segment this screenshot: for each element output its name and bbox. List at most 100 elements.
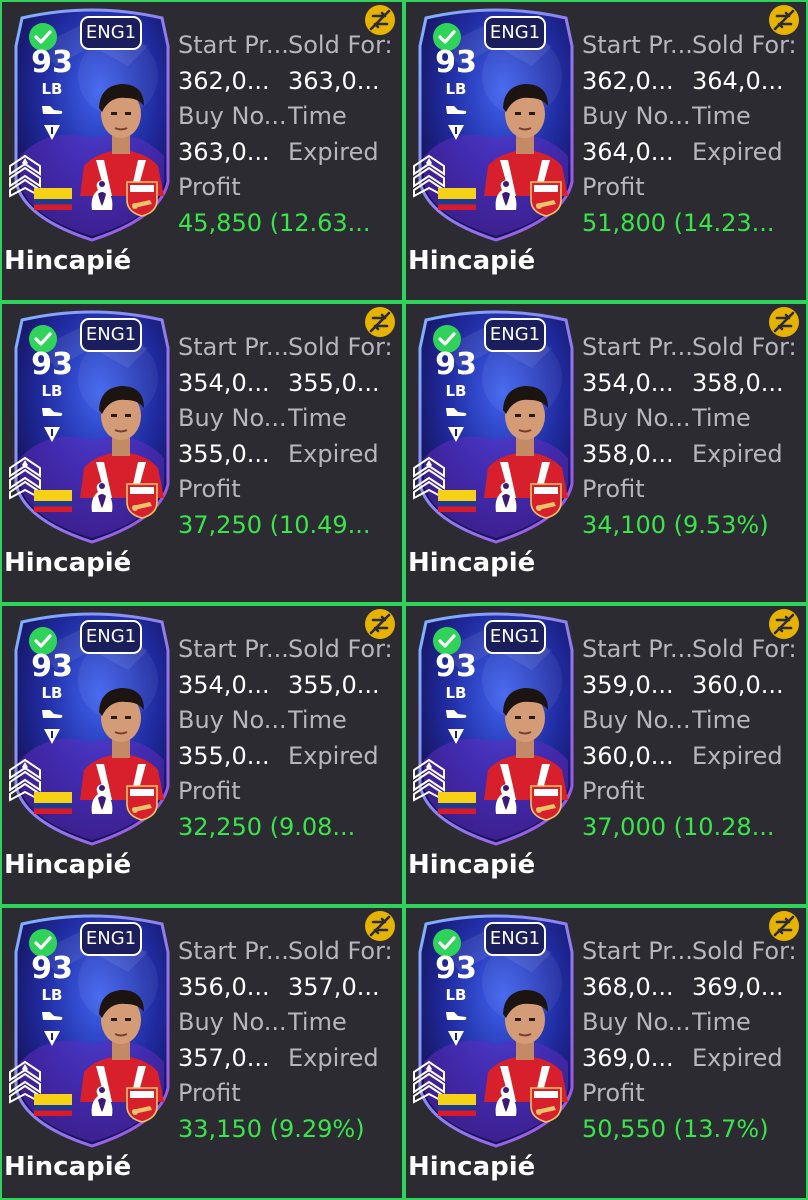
time-value: Expired	[288, 741, 379, 770]
boot-icon	[42, 1012, 63, 1020]
start-price-value: 368,0...	[582, 972, 674, 1001]
time-value: Expired	[288, 439, 379, 468]
time-label: Time	[692, 404, 751, 432]
player-card[interactable]: ENG1 93 LB	[8, 308, 176, 546]
boot-icon	[42, 710, 63, 718]
start-price-label: Start Pr...	[178, 635, 288, 663]
league-badge: ENG1	[484, 922, 546, 956]
time-label: Time	[288, 102, 347, 130]
player-image	[80, 386, 164, 498]
profit-value: 32,250 (9.08...	[178, 812, 356, 841]
transfer-list-item[interactable]: ENG1 93 LB	[0, 906, 404, 1200]
player-image	[484, 386, 568, 498]
player-rating: 93	[31, 347, 73, 382]
transfer-list-item[interactable]: ENG1 93 LB	[0, 604, 404, 906]
player-rating: 93	[435, 649, 477, 684]
time-value: Expired	[692, 439, 783, 468]
transfer-list-item[interactable]: ENG1 93 LB	[404, 604, 808, 906]
player-card[interactable]: ENG1 93 LB	[412, 308, 580, 546]
league-badge: ENG1	[80, 318, 142, 352]
time-label: Time	[692, 102, 751, 130]
sold-for-value: 355,0...	[288, 368, 380, 397]
rank-icon	[44, 1031, 60, 1046]
sale-info: Start Pr... Sold For: 354,0... 358,0... …	[582, 330, 806, 543]
club-badge-icon	[530, 785, 562, 821]
transfer-list-item[interactable]: ENG1 93 LB	[404, 0, 808, 302]
buy-now-label: Buy No...	[582, 706, 691, 734]
player-rating: 93	[31, 45, 73, 80]
player-position: LB	[445, 986, 467, 1004]
player-card[interactable]: ENG1 93 LB	[8, 610, 176, 848]
transfer-list-item[interactable]: ENG1 93 LB	[404, 302, 808, 604]
profit-label: Profit	[582, 173, 645, 201]
league-label: ENG1	[489, 324, 541, 345]
player-rating: 93	[435, 347, 477, 382]
nation-flag-icon	[438, 792, 476, 814]
nation-flag-icon	[34, 490, 72, 512]
sold-for-value: 357,0...	[288, 972, 380, 1001]
buy-now-label: Buy No...	[178, 102, 287, 130]
league-label: ENG1	[489, 22, 541, 43]
buy-now-value: 360,0...	[582, 741, 674, 770]
player-position: LB	[445, 382, 467, 400]
rank-icon	[448, 729, 464, 744]
player-image	[80, 84, 164, 196]
player-rating: 93	[31, 649, 73, 684]
league-label: ENG1	[489, 928, 541, 949]
boot-icon	[446, 106, 467, 114]
player-name: Hincapié	[408, 548, 536, 578]
boot-icon	[446, 408, 467, 416]
sold-for-label: Sold For:	[288, 635, 393, 663]
premier-league-icon	[91, 180, 113, 210]
transfer-list-item[interactable]: ENG1 93 LB	[0, 0, 404, 302]
buy-now-value: 357,0...	[178, 1043, 270, 1072]
player-card[interactable]: ENG1 93 LB	[412, 610, 580, 848]
nation-flag-icon	[438, 1094, 476, 1116]
transfer-list-item[interactable]: ENG1 93 LB	[404, 906, 808, 1200]
time-label: Time	[692, 706, 751, 734]
start-price-label: Start Pr...	[582, 31, 692, 59]
buy-now-value: 358,0...	[582, 439, 674, 468]
profit-value: 33,150 (9.29%)	[178, 1114, 365, 1143]
premier-league-icon	[91, 1086, 113, 1116]
league-badge: ENG1	[80, 620, 142, 654]
league-label: ENG1	[85, 626, 137, 647]
rank-icon	[448, 1031, 464, 1046]
transfer-list-item[interactable]: ENG1 93 LB	[0, 302, 404, 604]
player-card[interactable]: ENG1 93 LB	[412, 912, 580, 1150]
player-card[interactable]: ENG1 93 LB	[8, 6, 176, 244]
premier-league-icon	[91, 784, 113, 814]
league-badge: ENG1	[80, 16, 142, 50]
player-position: LB	[41, 684, 63, 702]
player-name: Hincapié	[408, 850, 536, 880]
premier-league-icon	[495, 482, 517, 512]
league-label: ENG1	[489, 626, 541, 647]
player-card[interactable]: ENG1 93 LB	[8, 912, 176, 1150]
player-rating: 93	[435, 45, 477, 80]
premier-league-icon	[91, 482, 113, 512]
profit-label: Profit	[178, 173, 241, 201]
boot-icon	[42, 408, 63, 416]
sold-for-label: Sold For:	[692, 937, 797, 965]
sale-info: Start Pr... Sold For: 354,0... 355,0... …	[178, 632, 402, 845]
buy-now-value: 355,0...	[178, 741, 270, 770]
club-badge-icon	[530, 181, 562, 217]
profit-value: 50,550 (13.7%)	[582, 1114, 769, 1143]
league-badge: ENG1	[484, 16, 546, 50]
player-card[interactable]: ENG1 93 LB	[412, 6, 580, 244]
start-price-value: 362,0...	[178, 66, 270, 95]
league-badge: ENG1	[484, 620, 546, 654]
premier-league-icon	[495, 180, 517, 210]
league-badge: ENG1	[80, 922, 142, 956]
player-name: Hincapié	[408, 246, 536, 276]
time-label: Time	[692, 1008, 751, 1036]
buy-now-label: Buy No...	[178, 404, 287, 432]
sold-for-value: 358,0...	[692, 368, 784, 397]
profit-label: Profit	[582, 777, 645, 805]
player-name: Hincapié	[4, 1152, 132, 1182]
profit-label: Profit	[178, 475, 241, 503]
rank-icon	[44, 729, 60, 744]
player-position: LB	[445, 80, 467, 98]
start-price-value: 354,0...	[178, 670, 270, 699]
player-image	[80, 990, 164, 1102]
